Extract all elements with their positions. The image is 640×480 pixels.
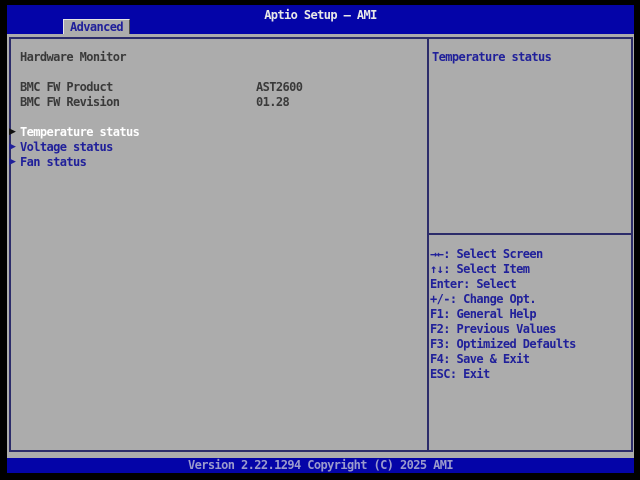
bios-setup-screen: Aptio Setup – AMI Advanced Hardware Moni… <box>0 0 640 480</box>
header-bar: Aptio Setup – AMI Advanced <box>7 5 634 35</box>
info-value-bmc-fw-revision: 01.28 <box>256 95 290 109</box>
hotkey-change-opt: +/-: Change Opt. <box>430 292 537 306</box>
help-panel-divider <box>429 233 631 235</box>
submenu-arrow-icon: ▶ <box>9 127 16 137</box>
hotkey-general-help: F1: General Help <box>430 307 537 321</box>
tab-advanced[interactable]: Advanced <box>63 19 130 35</box>
submenu-arrow-icon: ▶ <box>9 157 16 167</box>
version-text: Version 2.22.1294 Copyright (C) 2025 AMI <box>188 458 454 472</box>
section-title: Hardware Monitor <box>20 50 127 64</box>
hotkey-enter-select: Enter: Select <box>430 277 517 291</box>
panel-divider-vertical <box>427 37 429 452</box>
hotkey-optimized-defaults: F3: Optimized Defaults <box>430 337 576 351</box>
footer-bar: Version 2.22.1294 Copyright (C) 2025 AMI <box>7 458 634 473</box>
info-label-bmc-fw-product: BMC FW Product <box>20 80 113 94</box>
hotkey-select-screen: →←: Select Screen <box>430 247 543 261</box>
help-description: Temperature status <box>432 50 552 64</box>
main-panel: Hardware Monitor BMC FW Product AST2600 … <box>7 34 634 458</box>
info-label-bmc-fw-revision: BMC FW Revision <box>20 95 120 109</box>
menu-item-label: Temperature status <box>20 125 140 139</box>
info-value-bmc-fw-product: AST2600 <box>256 80 303 94</box>
menu-item-fan-status[interactable]: ▶ Fan status <box>7 156 417 169</box>
hotkey-esc-exit: ESC: Exit <box>430 367 490 381</box>
hotkey-select-item: ↑↓: Select Item <box>430 262 530 276</box>
menu-item-voltage-status[interactable]: ▶ Voltage status <box>7 141 417 154</box>
menu-item-temperature-status[interactable]: ▶ Temperature status <box>7 126 417 139</box>
hotkey-previous-values: F2: Previous Values <box>430 322 556 336</box>
hotkey-save-exit: F4: Save & Exit <box>430 352 530 366</box>
menu-item-label: Voltage status <box>20 140 113 154</box>
submenu-arrow-icon: ▶ <box>9 142 16 152</box>
menu-item-label: Fan status <box>20 155 87 169</box>
